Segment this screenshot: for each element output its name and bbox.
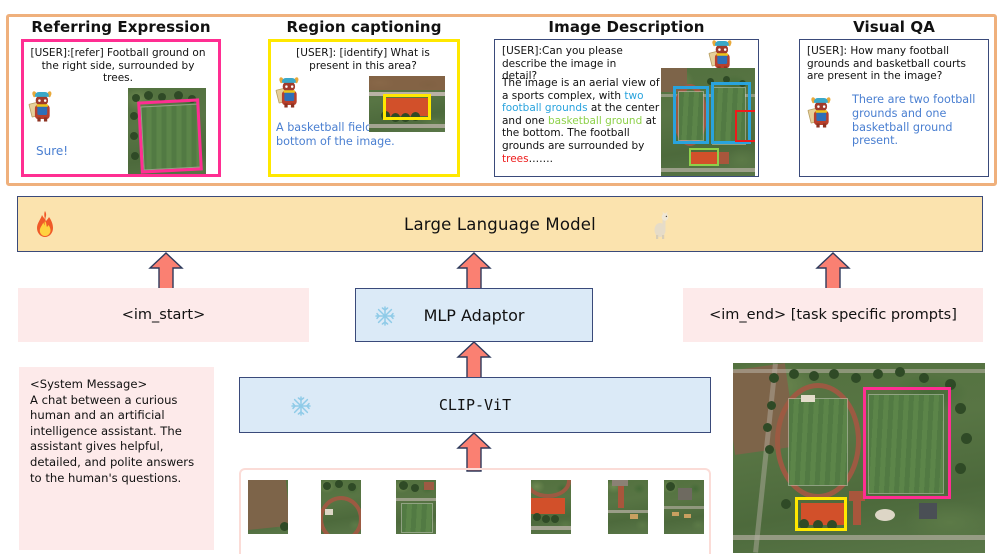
task-panel-region-captioning: Region captioning [USER]: [identify] Wha… bbox=[268, 17, 460, 183]
llama-avatar-icon bbox=[275, 76, 302, 108]
basketball-court-box bbox=[383, 94, 431, 120]
clip-vit-label: CLIP-ViT bbox=[438, 396, 512, 414]
task-title: Region captioning bbox=[286, 18, 442, 36]
llama-avatar-icon bbox=[708, 40, 735, 71]
user-prompt: [USER]: How many football grounds and ba… bbox=[807, 45, 966, 83]
large-language-model-block: Large Language Model bbox=[17, 196, 983, 252]
image-patch-strip bbox=[239, 468, 711, 554]
mlp-adaptor-label: MLP Adaptor bbox=[423, 305, 525, 325]
image-patch bbox=[531, 480, 571, 534]
task-card-referring-expression: [USER]:[refer] Football ground on the ri… bbox=[21, 39, 221, 177]
im-end-token-box: <im_end> [task specific prompts] bbox=[683, 288, 983, 342]
task-panel-image-description: Image Description [USER]:Can you please … bbox=[494, 17, 759, 183]
football-ground-box bbox=[863, 387, 951, 499]
basketball-ground-box bbox=[689, 148, 719, 166]
image-patch bbox=[321, 480, 361, 534]
arrow-clip-to-mlp bbox=[455, 341, 493, 379]
assistant-answer: Sure! bbox=[36, 144, 69, 158]
task-card-image-description: [USER]:Can you please describe the image… bbox=[494, 39, 759, 177]
task-panel-visual-qa: Visual QA [USER]: How many football grou… bbox=[799, 17, 989, 183]
basketball-court-box bbox=[795, 497, 847, 531]
image-patch bbox=[664, 480, 704, 534]
aerial-sports-complex-input-image bbox=[733, 363, 985, 553]
image-patch bbox=[608, 480, 648, 534]
image-patch bbox=[248, 480, 288, 534]
user-prompt: [USER]: [identify] What is present in th… bbox=[296, 47, 430, 72]
assistant-answer: The image is an aerial view of a sports … bbox=[502, 77, 664, 165]
aerial-sports-complex-thumbnail bbox=[661, 68, 755, 176]
answer-segment: ……. bbox=[528, 152, 553, 165]
task-title: Referring Expression bbox=[31, 18, 211, 36]
assistant-answer: There are two football grounds and one b… bbox=[852, 93, 976, 148]
llm-label: Large Language Model bbox=[404, 214, 596, 234]
system-message-body: A chat between a curious human and an ar… bbox=[30, 392, 195, 485]
arrow-im-start-to-llm bbox=[147, 252, 185, 290]
mlp-adaptor-block: MLP Adaptor bbox=[355, 288, 593, 342]
image-patch bbox=[396, 480, 436, 534]
user-prompt: [USER]:[refer] Football ground on the ri… bbox=[30, 47, 206, 85]
llama-avatar-icon bbox=[807, 96, 834, 128]
trees-box bbox=[735, 110, 755, 142]
task-card-region-captioning: [USER]: [identify] What is present in th… bbox=[268, 39, 460, 177]
snowflake-icon bbox=[375, 306, 395, 326]
answer-segment: basketball ground bbox=[547, 114, 643, 127]
football-ground-box-left bbox=[673, 86, 709, 144]
clip-vit-block: CLIP-ViT bbox=[239, 377, 711, 433]
football-ground-box bbox=[137, 98, 203, 174]
llama-avatar-icon bbox=[28, 90, 55, 122]
task-examples-band: Referring Expression [USER]:[refer] Foot… bbox=[6, 14, 997, 186]
im-start-token-box: <im_start> bbox=[18, 288, 309, 342]
aerial-basketball-court-thumbnail bbox=[369, 76, 445, 132]
arrow-patches-to-clip bbox=[455, 432, 493, 472]
task-card-visual-qa: [USER]: How many football grounds and ba… bbox=[799, 39, 989, 177]
system-message-header: <System Message> bbox=[30, 377, 148, 391]
answer-segment: trees bbox=[502, 152, 529, 165]
arrow-im-end-to-llm bbox=[814, 252, 852, 290]
task-title: Visual QA bbox=[853, 18, 935, 36]
system-message-box: <System Message> A chat between a curiou… bbox=[19, 367, 214, 550]
aerial-football-ground-thumbnail bbox=[128, 88, 206, 174]
arrow-mlp-to-llm bbox=[455, 252, 493, 290]
llama-icon bbox=[654, 211, 669, 239]
fire-icon bbox=[37, 211, 53, 237]
task-panel-referring-expression: Referring Expression [USER]:[refer] Foot… bbox=[21, 17, 221, 183]
snowflake-icon bbox=[291, 396, 311, 416]
task-title: Image Description bbox=[548, 18, 705, 36]
